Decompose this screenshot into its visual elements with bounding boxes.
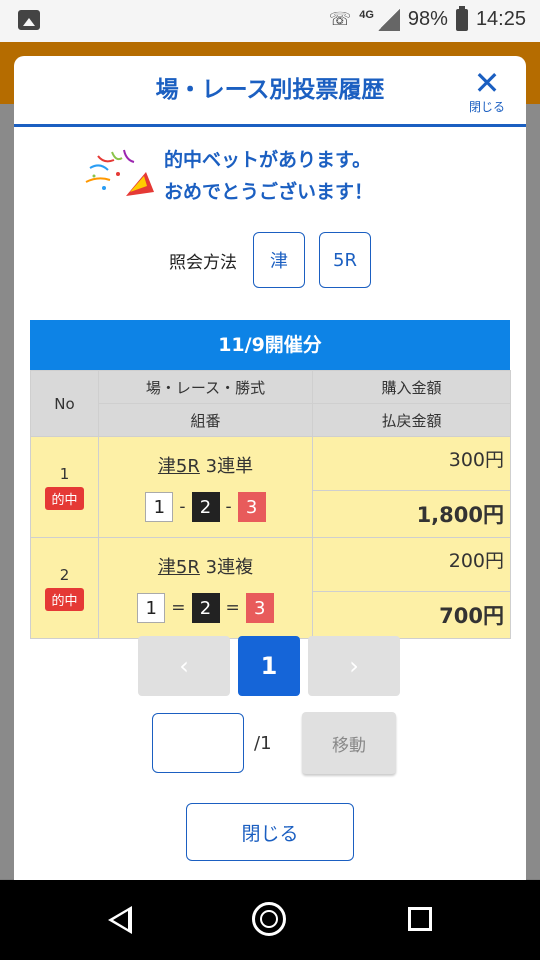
combo-first: 1 [137, 593, 166, 623]
combo-sep: = [225, 598, 240, 618]
signal-icon [377, 8, 400, 31]
combo-second: 2 [191, 593, 220, 623]
gallery-icon [18, 10, 40, 30]
close-x-button[interactable]: ✕ 閉じる [462, 64, 512, 115]
row-number: 2 [59, 565, 70, 584]
history-modal: 場・レース別投票履歴 ✕ 閉じる 的中ベットがあります。 おめでとうございます！… [14, 56, 526, 886]
battery-icon [455, 5, 468, 31]
header-combination: 組番 [98, 403, 313, 437]
race-cell: 津5R 3連単 1 - 2 - 3 [98, 436, 313, 538]
venue-button[interactable]: 津 [253, 232, 305, 288]
table-caption: 11/9開催分 [30, 320, 510, 370]
bet-history-table: 11/9開催分 No 場・レース・勝式 購入金額 組番 払戻金額 1 的中 津5… [30, 320, 511, 639]
close-button[interactable]: 閉じる [186, 803, 354, 861]
congrats-message: 的中ベットがあります。 おめでとうございます！ [84, 144, 373, 208]
back-icon[interactable] [108, 906, 132, 934]
combination: 1 = 2 = 3 [100, 593, 311, 623]
race-button[interactable]: 5R [319, 232, 371, 288]
payout-amount: 1,800円 [312, 490, 511, 538]
header-purchase: 購入金額 [312, 370, 511, 404]
battery-percent: 98% [407, 8, 448, 30]
modal-title: 場・レース別投票履歴 [14, 56, 526, 127]
table-row: 2 的中 津5R 3連複 1 = 2 = 3 200円 [30, 537, 511, 639]
bet-type: 3連複 [205, 557, 254, 578]
purchase-amount: 300円 [312, 436, 511, 491]
home-icon[interactable] [252, 902, 286, 936]
table-row: 1 的中 津5R 3連単 1 - 2 - 3 300円 [30, 436, 511, 538]
combo-sep: - [225, 497, 232, 517]
page-jump: /1 移動 [152, 712, 396, 774]
combo-first: 1 [145, 492, 174, 522]
page-total: /1 [254, 732, 272, 754]
race-cell: 津5R 3連複 1 = 2 = 3 [98, 537, 313, 639]
row-number-cell: 2 的中 [30, 537, 99, 639]
page-number-input[interactable] [152, 713, 244, 773]
header-venue-race-type: 場・レース・勝式 [98, 370, 313, 404]
network-type: 4G [359, 8, 374, 21]
close-icon: ✕ [473, 64, 501, 102]
combo-second: 2 [191, 492, 220, 522]
venue-race-link[interactable]: 津5R [158, 557, 200, 578]
next-page-button[interactable]: › [308, 636, 400, 696]
party-popper-icon [85, 149, 154, 196]
venue-race-link[interactable]: 津5R [158, 456, 200, 477]
combo-sep: = [171, 598, 186, 618]
payout-amount: 700円 [312, 591, 511, 639]
hit-badge: 的中 [45, 486, 84, 510]
recents-icon[interactable] [408, 907, 432, 931]
clock: 14:25 [475, 8, 526, 30]
query-label: 照会方法 [169, 252, 237, 273]
combo-third: 3 [245, 593, 274, 623]
current-page-button[interactable]: 1 [238, 636, 300, 696]
navigation-bar [0, 880, 540, 960]
pagination: ‹ 1 › [138, 636, 400, 696]
combo-third: 3 [237, 492, 266, 522]
combination: 1 - 2 - 3 [100, 492, 311, 522]
hit-badge: 的中 [45, 587, 84, 611]
query-method: 照会方法 津 5R [14, 232, 526, 288]
wifi-call-icon: ☏ [328, 9, 352, 29]
status-bar: ☏ 4G 98% 14:25 [0, 0, 540, 42]
header-payout: 払戻金額 [312, 403, 511, 437]
congrats-line-2: おめでとうございます！ [164, 181, 374, 203]
congrats-line-1: 的中ベットがあります。 [164, 149, 372, 171]
move-button[interactable]: 移動 [302, 712, 396, 774]
bet-type: 3連単 [205, 456, 254, 477]
close-x-label: 閉じる [468, 100, 505, 114]
combo-sep: - [179, 497, 186, 517]
header-no: No [30, 370, 99, 437]
row-number-cell: 1 的中 [30, 436, 99, 538]
row-number: 1 [59, 464, 70, 483]
status-right: ☏ 4G 98% 14:25 [328, 5, 526, 31]
prev-page-button[interactable]: ‹ [138, 636, 230, 696]
purchase-amount: 200円 [312, 537, 511, 592]
